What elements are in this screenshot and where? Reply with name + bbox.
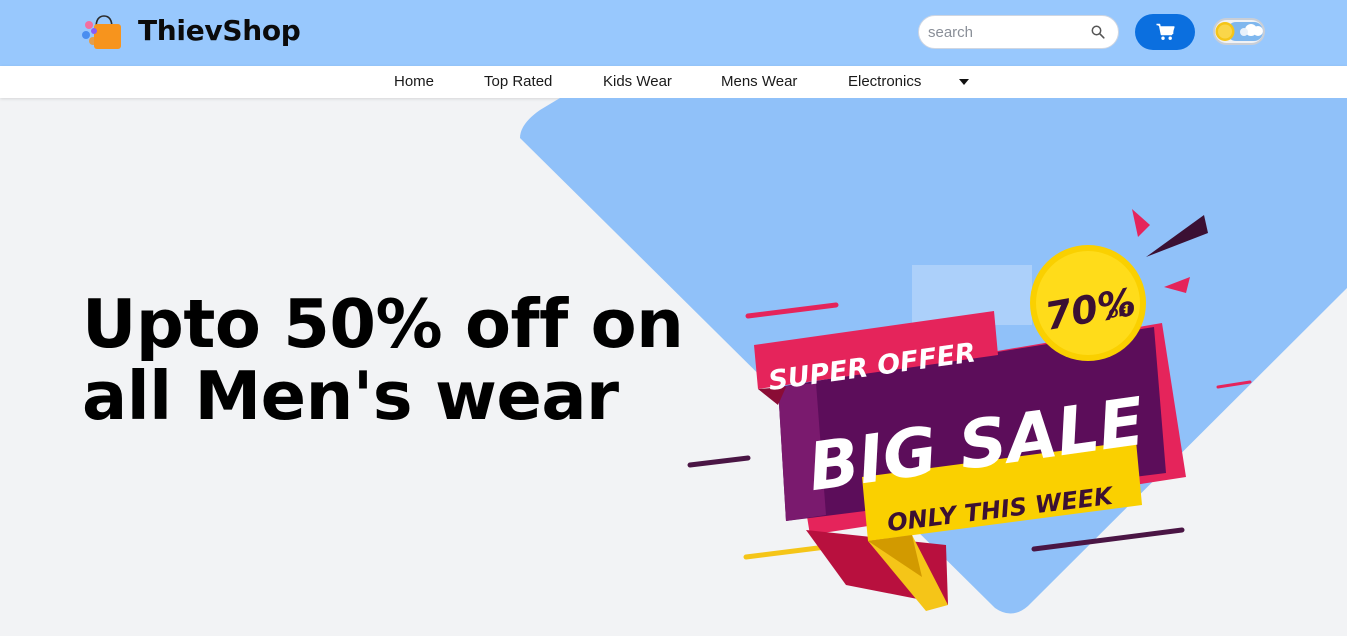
search-input[interactable]	[928, 22, 1088, 42]
theme-toggle[interactable]	[1213, 18, 1265, 45]
sun-cloud-icon	[1215, 22, 1263, 41]
search-icon[interactable]	[1091, 25, 1105, 39]
hero-line-2: all Men's wear	[82, 357, 619, 435]
hero-headline: Upto 50% off on all Men's wear	[82, 285, 684, 435]
big-sale-banner: SUPER OFFER BIG SALE ONLY THIS WEEK 70% …	[687, 209, 1252, 611]
cart-icon	[1156, 23, 1175, 40]
header-bar: ThievShop	[0, 0, 1347, 66]
nav-home[interactable]: Home	[394, 73, 434, 90]
nav-kids-wear[interactable]: Kids Wear	[603, 73, 672, 90]
hero-line-1: Upto 50% off on	[82, 285, 684, 363]
nav-electronics[interactable]: Electronics	[848, 73, 921, 90]
main-nav: Home Top Rated Kids Wear Mens Wear Elect…	[0, 66, 1347, 98]
search-box	[918, 15, 1119, 49]
cart-button[interactable]	[1135, 14, 1195, 50]
brand-name[interactable]: ThievShop	[138, 14, 301, 47]
nav-dropdown-caret-icon[interactable]	[959, 79, 969, 85]
nav-mens-wear[interactable]: Mens Wear	[721, 73, 797, 90]
shop-logo-icon[interactable]	[82, 14, 122, 50]
nav-top-rated[interactable]: Top Rated	[484, 73, 552, 90]
